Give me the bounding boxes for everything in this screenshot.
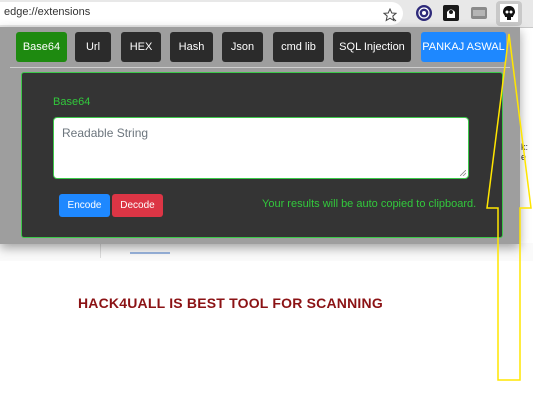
annotation-arrow-shape xyxy=(486,33,532,381)
promo-banner: HACK4UALL IS BEST TOOL FOR SCANNING xyxy=(78,295,383,311)
pointer-arrow xyxy=(486,33,532,381)
